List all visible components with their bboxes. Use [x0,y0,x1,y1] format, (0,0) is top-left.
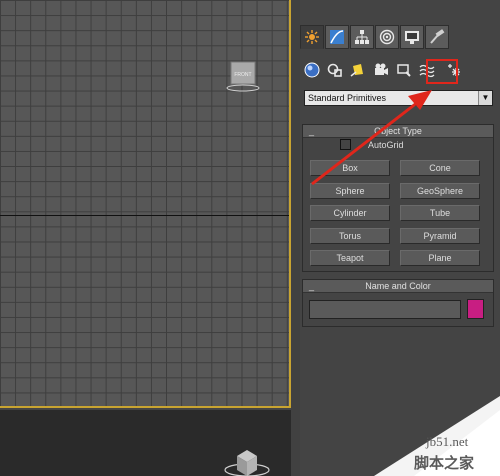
annotation-highlight-box [426,59,458,84]
watermark-site: jb51.net [426,434,469,449]
watermark-brand: 脚本之家 [414,455,475,472]
autogrid-checkbox-box[interactable] [340,139,351,150]
name-and-color-title: Name and Color [365,281,431,291]
panel-separator [291,0,300,476]
geosphere-button[interactable]: GeoSphere [400,183,480,199]
utilities-icon [430,29,445,44]
watermark: jb51.net 脚本之家 [374,396,500,476]
name-and-color-header[interactable]: _ Name and Color [303,280,493,293]
collapse-icon: _ [309,126,315,136]
sphere-button[interactable]: Sphere [310,183,390,199]
tab-display[interactable] [400,25,424,49]
tab-utilities[interactable] [425,25,449,49]
object-name-field[interactable] [309,300,461,319]
category-dropdown-value: Standard Primitives [308,93,387,103]
object-color-swatch[interactable] [467,299,484,319]
hierarchy-icon [355,30,369,44]
tab-create[interactable] [300,25,324,49]
viewcube-perspective[interactable] [222,442,272,476]
torus-button[interactable]: Torus [310,228,390,244]
viewcube[interactable]: FRONT [226,58,260,92]
create-icon [305,30,319,44]
tab-motion[interactable] [375,25,399,49]
object-type-header[interactable]: _ Object Type [303,125,493,138]
autogrid-label: AutoGrid [368,139,404,150]
category-helpers[interactable] [394,60,414,80]
box-button[interactable]: Box [310,160,390,176]
teapot-button[interactable]: Teapot [310,250,390,266]
chevron-down-icon[interactable]: ▼ [478,91,492,105]
category-geometry[interactable] [302,60,322,80]
viewport-front[interactable]: FRONT [0,0,291,408]
cylinder-button[interactable]: Cylinder [310,205,390,221]
category-shapes[interactable] [325,60,345,80]
cone-button[interactable]: Cone [400,160,480,176]
category-dropdown[interactable]: Standard Primitives ▼ [304,90,493,106]
viewport-perspective[interactable] [0,410,291,476]
helpers-icon [397,64,411,77]
tube-button[interactable]: Tube [400,205,480,221]
plane-button[interactable]: Plane [400,250,480,266]
autogrid-checkbox[interactable]: AutoGrid [340,139,404,150]
pyramid-button[interactable]: Pyramid [400,228,480,244]
geometry-icon [304,62,320,78]
category-lights[interactable] [348,60,368,80]
cameras-icon [375,63,388,75]
viewcube-label: FRONT [234,72,251,78]
tab-modify[interactable] [325,25,349,49]
category-cameras[interactable] [371,60,391,80]
object-type-title: Object Type [374,126,422,136]
motion-icon [379,29,395,45]
shapes-icon [327,63,342,77]
command-panel-tabs [300,25,450,51]
tab-hierarchy[interactable] [350,25,374,49]
collapse-icon: _ [309,281,315,291]
modify-icon [330,30,344,44]
world-axis-line [0,215,289,216]
lights-icon [350,64,363,77]
display-icon [405,31,419,44]
